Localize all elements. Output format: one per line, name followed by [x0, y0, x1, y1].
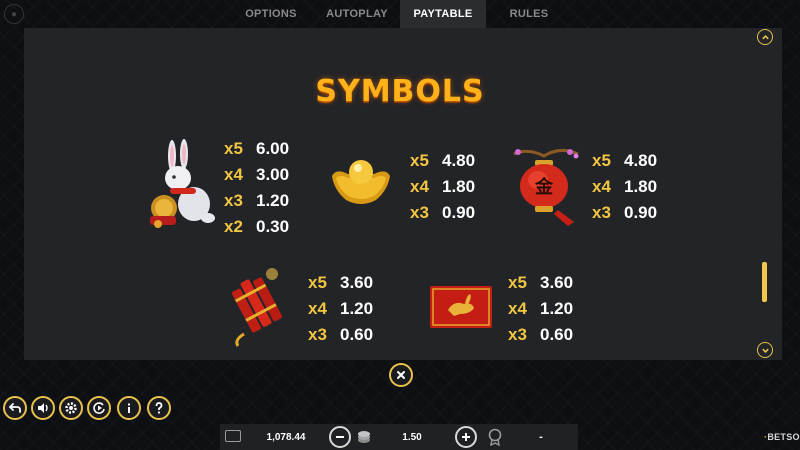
multiplier-label: x3 [308, 325, 327, 344]
brand-name: BETSOFT [767, 432, 800, 442]
payout-value: 0.30 [256, 217, 290, 236]
gold-ingot-icon [328, 152, 394, 210]
paytable-entry-firecracker: x5 3.60 x4 1.20 x3 0.60 [308, 270, 373, 348]
multiplier-label: x4 [592, 177, 611, 196]
decrease-bet-button[interactable] [329, 426, 351, 448]
award-icon [487, 428, 503, 447]
tab-paytable[interactable]: PAYTABLE [400, 0, 486, 28]
back-button[interactable] [3, 396, 27, 420]
multiplier-label: x3 [508, 325, 527, 344]
payout-value: 0.90 [442, 203, 476, 222]
multiplier-label: x5 [592, 151, 611, 170]
payout-value: 1.80 [442, 177, 476, 196]
close-icon [397, 371, 405, 379]
payout-value: 1.20 [256, 191, 290, 210]
payout-value: 1.20 [540, 299, 574, 318]
red-envelope-icon [428, 284, 494, 330]
help-button[interactable] [147, 396, 171, 420]
payout-value: 0.60 [340, 325, 374, 344]
multiplier-label: x3 [592, 203, 611, 222]
scroll-down-button[interactable] [757, 342, 773, 358]
paytable-entry-rabbit: x5 6.00 x4 3.00 x3 1.20 x2 0.30 [224, 136, 289, 240]
close-button[interactable] [389, 363, 413, 387]
scroll-up-button[interactable] [757, 29, 773, 45]
brand-logo: ·BETSOFT [764, 432, 800, 442]
scrollbar-thumb[interactable] [762, 262, 767, 302]
sound-icon [38, 403, 48, 413]
chips-icon [356, 429, 372, 445]
payout-value: 3.60 [540, 273, 574, 292]
payout-value: 3.60 [340, 273, 374, 292]
payout-value: 4.80 [624, 151, 658, 170]
section-title: SYMBOLS [315, 74, 485, 109]
paytable-entry-envelope: x5 3.60 x4 1.20 x3 0.60 [508, 270, 573, 348]
tab-autoplay[interactable]: AUTOPLAY [314, 0, 400, 28]
plus-icon [462, 433, 470, 441]
win-value: - [539, 431, 543, 443]
rabbit-icon [140, 138, 218, 230]
multiplier-label: x5 [410, 151, 429, 170]
svg-text:金: 金 [534, 176, 554, 198]
autoplay-icon [93, 402, 105, 414]
multiplier-label: x2 [224, 217, 243, 236]
settings-button[interactable] [59, 396, 83, 420]
payout-value: 1.20 [340, 299, 374, 318]
help-icon [155, 402, 163, 414]
multiplier-label: x3 [410, 203, 429, 222]
multiplier-label: x5 [508, 273, 527, 292]
balance-value: 1,078.44 [266, 431, 306, 443]
multiplier-label: x3 [224, 191, 243, 210]
settings-icon [65, 402, 77, 414]
info-icon [128, 403, 130, 413]
bet-value: 1.50 [402, 431, 422, 443]
multiplier-label: x4 [508, 299, 527, 318]
tab-rules[interactable]: RULES [486, 0, 572, 28]
minus-icon [336, 436, 344, 438]
multiplier-label: x4 [308, 299, 327, 318]
game-logo-icon: ● [4, 4, 24, 24]
multiplier-label: x5 [308, 273, 327, 292]
paytable-entry-ingot: x5 4.80 x4 1.80 x3 0.90 [410, 148, 475, 226]
multiplier-label: x4 [224, 165, 243, 184]
chevron-down-icon [761, 348, 769, 353]
increase-bet-button[interactable] [455, 426, 477, 448]
payout-value: 0.60 [540, 325, 574, 344]
paytable-entry-lantern: x5 4.80 x4 1.80 x3 0.90 [592, 148, 657, 226]
lantern-icon: 金 [508, 144, 584, 230]
tab-options[interactable]: OPTIONS [228, 0, 314, 28]
payout-value: 1.80 [624, 177, 658, 196]
firecracker-icon [228, 266, 296, 348]
sound-button[interactable] [31, 396, 55, 420]
back-icon [8, 403, 21, 413]
payout-value: 0.90 [624, 203, 658, 222]
chevron-up-icon [761, 34, 769, 39]
payout-value: 6.00 [256, 139, 290, 158]
payout-value: 3.00 [256, 165, 290, 184]
autoplay-button[interactable] [87, 396, 111, 420]
payout-value: 4.80 [442, 151, 476, 170]
multiplier-label: x5 [224, 139, 243, 158]
wallet-icon [225, 430, 241, 442]
multiplier-label: x4 [410, 177, 429, 196]
info-button[interactable] [117, 396, 141, 420]
tab-bar: OPTIONS AUTOPLAY PAYTABLE RULES [228, 0, 572, 28]
